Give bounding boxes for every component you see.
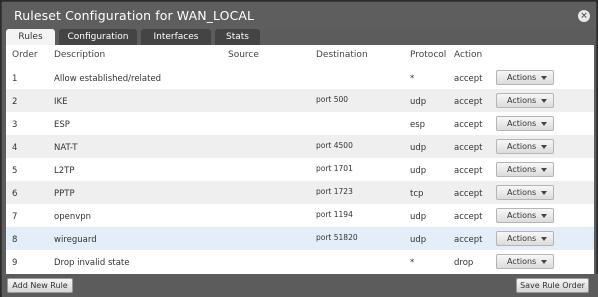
- chevron-down-icon: [541, 99, 547, 103]
- cell-action: drop: [454, 258, 474, 268]
- cell-action: accept: [454, 189, 483, 199]
- close-icon[interactable]: ×: [578, 10, 590, 22]
- cell-description: ESP: [54, 120, 70, 130]
- table-row[interactable]: 8 wireguard port 51820 udp accept Actions: [6, 227, 594, 250]
- actions-dropdown-button[interactable]: Actions: [496, 162, 554, 177]
- dialog-title: Ruleset Configuration for WAN_LOCAL: [14, 8, 255, 23]
- actions-dropdown-button[interactable]: Actions: [496, 93, 554, 108]
- actions-dropdown-button[interactable]: Actions: [496, 185, 554, 200]
- header-order: Order: [12, 50, 38, 60]
- table-row[interactable]: 3 ESP esp accept Actions: [6, 112, 594, 135]
- cell-description: Drop invalid state: [54, 258, 130, 268]
- header-source: Source: [228, 50, 259, 60]
- actions-dropdown-button[interactable]: Actions: [496, 208, 554, 223]
- cell-description: Allow established/related: [54, 74, 162, 84]
- header-action: Action: [454, 50, 483, 60]
- cell-order: 8: [12, 235, 18, 245]
- actions-dropdown-button[interactable]: Actions: [496, 231, 554, 246]
- cell-protocol: *: [410, 258, 415, 268]
- cell-destination: port 1701: [316, 164, 353, 173]
- table-row[interactable]: 5 L2TP port 1701 udp accept Actions: [6, 158, 594, 181]
- actions-label: Actions: [507, 73, 537, 82]
- cell-action: accept: [454, 97, 483, 107]
- add-rule-button[interactable]: Add New Rule: [7, 278, 73, 293]
- cell-action: accept: [454, 74, 483, 84]
- cell-description: openvpn: [54, 212, 92, 222]
- chevron-down-icon: [541, 168, 547, 172]
- table-row[interactable]: 9 Drop invalid state * drop Actions: [6, 250, 594, 273]
- cell-protocol: tcp: [410, 189, 424, 199]
- chevron-down-icon: [541, 145, 547, 149]
- cell-action: accept: [454, 120, 483, 130]
- cell-order: 2: [12, 97, 18, 107]
- tab-configuration[interactable]: Configuration: [59, 29, 137, 45]
- dialog-titlebar: Ruleset Configuration for WAN_LOCAL ×: [2, 2, 596, 29]
- rules-table: Order Description Source Destination Pro…: [6, 45, 594, 274]
- cell-order: 6: [12, 189, 18, 199]
- actions-label: Actions: [507, 119, 537, 128]
- cell-protocol: udp: [410, 143, 427, 153]
- cell-order: 1: [12, 74, 18, 84]
- cell-action: accept: [454, 212, 483, 222]
- tab-stats[interactable]: Stats: [215, 29, 260, 45]
- cell-protocol: *: [410, 74, 415, 84]
- table-row[interactable]: 7 openvpn port 1194 udp accept Actions: [6, 204, 594, 227]
- cell-destination: port 500: [316, 95, 349, 104]
- actions-label: Actions: [507, 165, 537, 174]
- cell-action: accept: [454, 166, 483, 176]
- header-destination: Destination: [316, 50, 368, 60]
- chevron-down-icon: [541, 214, 547, 218]
- cell-destination: port 51820: [316, 233, 358, 242]
- chevron-down-icon: [541, 76, 547, 80]
- cell-protocol: udp: [410, 235, 427, 245]
- cell-destination: port 1723: [316, 187, 353, 196]
- cell-description: IKE: [54, 97, 68, 107]
- actions-dropdown-button[interactable]: Actions: [496, 254, 554, 269]
- actions-label: Actions: [507, 234, 537, 243]
- cell-order: 9: [12, 258, 18, 268]
- header-protocol: Protocol: [410, 50, 447, 60]
- actions-label: Actions: [507, 188, 537, 197]
- header-description: Description: [54, 50, 106, 60]
- table-row[interactable]: 1 Allow established/related * accept Actions: [6, 66, 594, 89]
- dialog-footer: Add New Rule Save Rule Order: [2, 274, 598, 297]
- cell-description: PPTP: [54, 189, 75, 199]
- tab-rules[interactable]: Rules: [6, 29, 55, 45]
- chevron-down-icon: [541, 191, 547, 195]
- table-row[interactable]: 4 NAT-T port 4500 udp accept Actions: [6, 135, 594, 158]
- actions-dropdown-button[interactable]: Actions: [496, 139, 554, 154]
- actions-label: Actions: [507, 96, 537, 105]
- cell-protocol: udp: [410, 212, 427, 222]
- actions-label: Actions: [507, 211, 537, 220]
- cell-action: accept: [454, 235, 483, 245]
- tab-interfaces[interactable]: Interfaces: [141, 29, 211, 45]
- chevron-down-icon: [541, 260, 547, 264]
- save-rule-order-button[interactable]: Save Rule Order: [516, 278, 589, 293]
- cell-protocol: udp: [410, 166, 427, 176]
- cell-protocol: udp: [410, 97, 427, 107]
- cell-order: 3: [12, 120, 18, 130]
- chevron-down-icon: [541, 122, 547, 126]
- cell-description: wireguard: [54, 235, 97, 245]
- cell-order: 5: [12, 166, 18, 176]
- actions-label: Actions: [507, 142, 537, 151]
- actions-dropdown-button[interactable]: Actions: [496, 116, 554, 131]
- cell-description: L2TP: [54, 166, 75, 176]
- cell-description: NAT-T: [54, 143, 78, 153]
- cell-order: 7: [12, 212, 18, 222]
- table-row[interactable]: 2 IKE port 500 udp accept Actions: [6, 89, 594, 112]
- cell-destination: port 1194: [316, 210, 353, 219]
- actions-dropdown-button[interactable]: Actions: [496, 70, 554, 85]
- ruleset-dialog: Ruleset Configuration for WAN_LOCAL × Ru…: [1, 1, 598, 297]
- chevron-down-icon: [541, 237, 547, 241]
- cell-protocol: esp: [410, 120, 426, 130]
- cell-destination: port 4500: [316, 141, 353, 150]
- cell-order: 4: [12, 143, 18, 153]
- table-row[interactable]: 6 PPTP port 1723 tcp accept Actions: [6, 181, 594, 204]
- cell-action: accept: [454, 143, 483, 153]
- actions-label: Actions: [507, 257, 537, 266]
